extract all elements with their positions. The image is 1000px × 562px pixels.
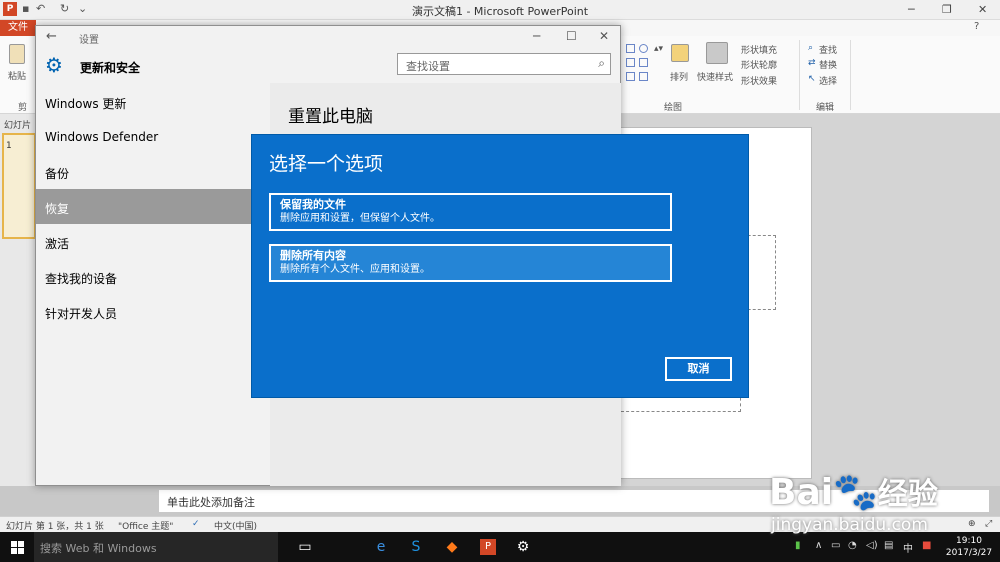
settings-title: 设置	[79, 35, 99, 46]
brace-shape-icon-2[interactable]	[639, 72, 648, 81]
taskbar-search-placeholder: 搜索 Web 和 Windows	[40, 542, 157, 555]
page-title: 更新和安全	[80, 61, 141, 75]
content-title: 重置此电脑	[288, 107, 373, 127]
slide-number: 1	[6, 141, 12, 151]
battery-icon[interactable]: ▮	[795, 540, 801, 551]
file-tab[interactable]: 文件	[0, 20, 36, 36]
settings-title-bar: ← 设置 ─ ☐ ✕	[36, 26, 620, 48]
ppt-restore-button[interactable]: ❐	[942, 3, 952, 16]
sogou-ime-icon[interactable]: ■	[922, 540, 931, 551]
find-label[interactable]: 查找	[819, 43, 837, 56]
search-placeholder: 查找设置	[406, 60, 450, 73]
ribbon-divider	[799, 40, 800, 110]
window-title: 演示文稿1 - Microsoft PowerPoint	[411, 5, 589, 18]
spell-check-icon[interactable]: ✓	[192, 519, 200, 529]
watermark-url: jingyan.baidu.com	[771, 515, 928, 535]
fit-slide-icon[interactable]: ⤢	[985, 519, 992, 529]
replace-icon[interactable]: ⇄	[808, 58, 816, 68]
slide-count-status: 幻灯片 第 1 张，共 1 张	[6, 522, 104, 532]
powerpoint-title-bar: P ▪ ↶ ↻ ⌄ 演示文稿1 - Microsoft PowerPoint ─…	[0, 0, 1000, 20]
drawing-group-label: 绘图	[664, 103, 683, 113]
gallery-scroll-icon[interactable]: ▴▾	[654, 44, 663, 54]
network-icon[interactable]: ◔	[848, 540, 857, 551]
help-icon[interactable]: ?	[974, 21, 979, 32]
shape-effects-label[interactable]: 形状效果	[741, 74, 777, 87]
replace-label[interactable]: 替换	[819, 58, 837, 71]
brace-shape-icon[interactable]	[626, 72, 635, 81]
gear-icon: ⚙	[45, 53, 63, 77]
volume-icon[interactable]: ◁)	[866, 540, 878, 551]
quick-styles-label[interactable]: 快速样式	[697, 70, 733, 83]
option-description: 删除所有个人文件、应用和设置。	[280, 264, 430, 275]
star-shape-icon[interactable]	[639, 58, 648, 67]
back-arrow-icon[interactable]: ←	[46, 29, 57, 44]
remove-everything-option[interactable]: 删除所有内容 删除所有个人文件、应用和设置。	[269, 244, 672, 282]
cancel-button[interactable]: 取消	[665, 357, 732, 381]
option-title: 删除所有内容	[280, 249, 346, 262]
search-icon[interactable]: ⌕	[598, 56, 605, 71]
shape-fill-label[interactable]: 形状填充	[741, 43, 777, 56]
language-status[interactable]: 中文(中国)	[214, 519, 257, 532]
settings-close-button[interactable]: ✕	[599, 29, 609, 43]
windows-start-icon[interactable]	[11, 541, 24, 554]
nav-item-windows-defender[interactable]: Windows Defender	[36, 119, 270, 154]
nav-item-backup[interactable]: 备份	[36, 154, 270, 189]
clock-date: 2017/3/27	[945, 548, 993, 558]
clipboard-group-label: 剪	[18, 103, 28, 113]
baidu-jingyan-watermark: Bai🐾经验 jingyan.baidu.com	[765, 455, 985, 540]
slides-pane-label: 幻灯片	[4, 121, 32, 131]
reset-options-dialog: 选择一个选项 保留我的文件 删除应用和设置，但保留个人文件。 删除所有内容 删除…	[251, 134, 749, 398]
keep-my-files-option[interactable]: 保留我的文件 删除应用和设置，但保留个人文件。	[269, 193, 672, 231]
option-title: 保留我的文件	[280, 198, 346, 211]
ppt-minimize-button[interactable]: ─	[908, 3, 915, 16]
paste-icon[interactable]	[9, 44, 25, 64]
edge-browser-icon[interactable]: e	[373, 539, 389, 555]
select-label[interactable]: 选择	[819, 74, 837, 87]
settings-nav: Windows 更新 Windows Defender 备份 恢复 激活 查找我…	[36, 84, 270, 329]
notes-placeholder: 单击此处添加备注	[167, 496, 255, 509]
ribbon-divider	[850, 40, 851, 110]
oval-shape-icon[interactable]	[639, 44, 648, 53]
battery-status-icon[interactable]: ▭	[831, 540, 840, 551]
option-description: 删除应用和设置，但保留个人文件。	[280, 213, 440, 224]
dialog-title: 选择一个选项	[269, 153, 384, 175]
watermark-logo: Bai🐾经验	[769, 469, 938, 513]
sogou-browser-icon[interactable]: S	[408, 539, 424, 555]
ppt-close-button[interactable]: ✕	[978, 3, 987, 16]
arrange-icon[interactable]	[671, 44, 689, 62]
arrow-shape-icon[interactable]	[626, 58, 635, 67]
paste-label[interactable]: 粘贴	[8, 69, 26, 82]
notification-icon[interactable]: ▤	[884, 540, 893, 551]
settings-taskbar-icon[interactable]: ⚙	[515, 539, 531, 555]
firefox-icon[interactable]: ◆	[444, 539, 460, 555]
search-input[interactable]: 查找设置 ⌕	[397, 53, 611, 75]
show-hidden-icons-icon[interactable]: ∧	[815, 540, 822, 551]
nav-item-for-developers[interactable]: 针对开发人员	[36, 294, 270, 329]
paw-icon: 🐾	[833, 472, 878, 513]
nav-item-activation[interactable]: 激活	[36, 224, 270, 259]
task-view-icon[interactable]: ▭	[297, 539, 313, 555]
theme-status: "Office 主题"	[118, 522, 174, 532]
arrange-label[interactable]: 排列	[670, 70, 688, 83]
settings-minimize-button[interactable]: ─	[533, 29, 540, 43]
settings-maximize-button[interactable]: ☐	[566, 29, 577, 43]
nav-item-windows-update[interactable]: Windows 更新	[36, 84, 270, 119]
rectangle-shape-icon[interactable]	[626, 44, 635, 53]
shape-outline-label[interactable]: 形状轮廓	[741, 58, 777, 71]
quick-styles-icon[interactable]	[706, 42, 728, 64]
powerpoint-taskbar-icon[interactable]: P	[480, 539, 496, 555]
watermark-brand-cn: 经验	[877, 477, 938, 512]
ime-indicator[interactable]: 中	[903, 540, 913, 555]
editing-group-label: 编辑	[816, 103, 835, 113]
nav-item-find-my-device[interactable]: 查找我的设备	[36, 259, 270, 294]
nav-item-recovery[interactable]: 恢复	[36, 189, 270, 224]
watermark-brand-latin: Bai	[769, 472, 834, 513]
select-icon[interactable]: ↖	[808, 74, 816, 84]
taskbar-search-input[interactable]: 搜索 Web 和 Windows	[34, 532, 278, 562]
find-icon[interactable]: ⌕	[808, 43, 813, 53]
